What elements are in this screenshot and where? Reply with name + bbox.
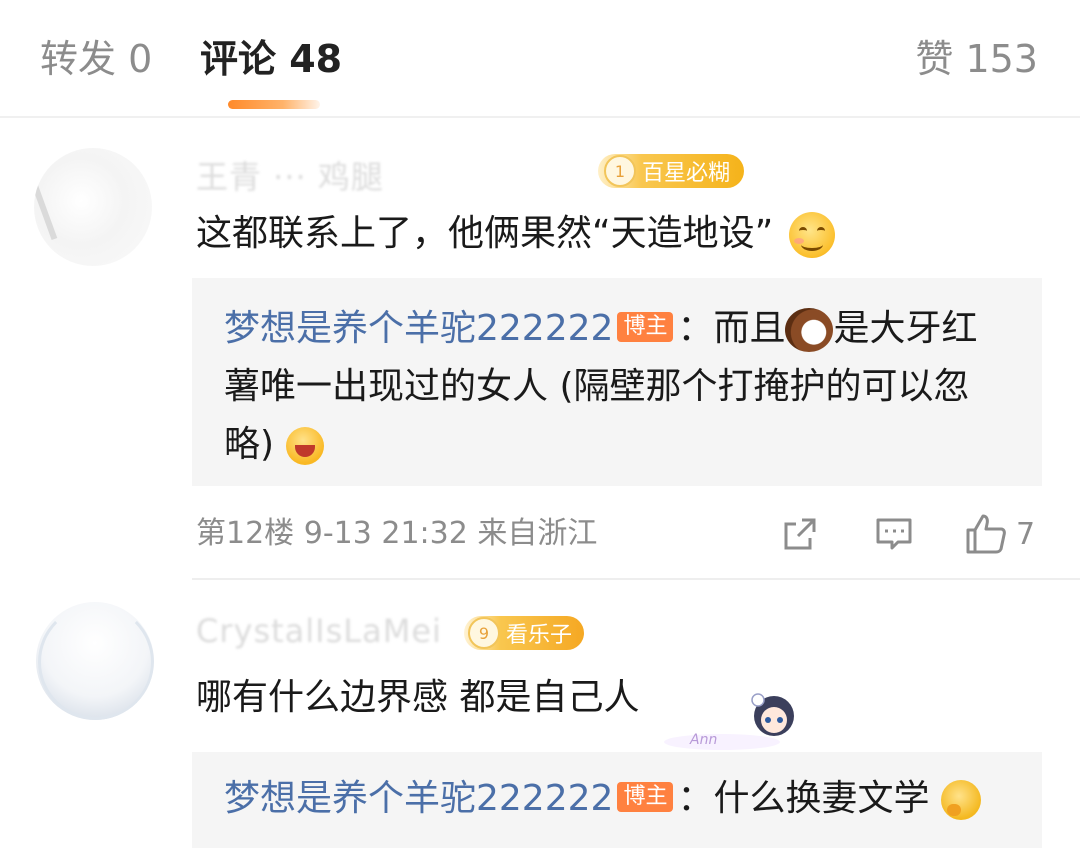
badge-level-icon: 9 — [468, 617, 500, 649]
comment-meta: 第12楼 9-13 21:32 来自浙江 — [196, 514, 597, 554]
tab-bar: 转发 0 评论 48 赞 153 — [0, 0, 1080, 116]
avatar[interactable] — [34, 148, 152, 266]
comment-body: 这都联系上了，他俩果然“天造地设” — [196, 213, 774, 254]
badge-label: 看乐子 — [506, 623, 573, 648]
tab-like[interactable]: 赞 153 — [915, 34, 1038, 84]
coconut-emoji-icon — [785, 308, 834, 352]
thinking-emoji-icon — [940, 780, 981, 820]
reply-username[interactable]: 梦想是养个羊驼222222 — [224, 308, 613, 349]
tab-comment[interactable]: 评论 48 — [200, 34, 342, 84]
share-button[interactable] — [780, 512, 820, 556]
avatar[interactable] — [36, 602, 154, 720]
badge-level-icon: 1 — [604, 155, 636, 187]
reply-body-a: ：什么换妻文学 — [677, 778, 930, 819]
comment-text: 这都联系上了，他俩果然“天造地设” — [196, 210, 835, 258]
thumb-up-icon — [966, 514, 1006, 554]
comment-text: 哪有什么边界感 都是自己人 — [196, 674, 639, 722]
comment-location: 来自浙江 — [477, 516, 598, 551]
blogger-tag: 博主 — [617, 782, 674, 812]
comment-username[interactable]: 王青 ··· 鸡腿 — [196, 152, 384, 198]
comment-body: 哪有什么边界感 都是自己人 — [196, 677, 640, 718]
share-icon — [784, 518, 816, 550]
comment-icon — [876, 518, 912, 550]
comment-button[interactable] — [874, 512, 914, 556]
fan-badge[interactable]: 1 百星必糊 — [598, 154, 745, 188]
tab-repost[interactable]: 转发 0 — [40, 34, 152, 84]
fan-badge[interactable]: 9 看乐子 — [464, 616, 585, 650]
reply-text: 梦想是养个羊驼222222 博主 ：而且 是大牙红薯唯一出现过的女人 (隔壁那个打掩护… — [224, 300, 1002, 474]
comment-divider — [192, 578, 1080, 580]
floor-number: 第12楼 — [196, 516, 295, 551]
blogger-tag: 博主 — [617, 312, 674, 342]
comment-time: 9-13 21:32 — [303, 516, 468, 551]
smile-emoji-icon — [788, 212, 835, 258]
svg-text:Ann: Ann — [689, 732, 717, 748]
reply-username[interactable]: 梦想是养个羊驼222222 — [224, 778, 613, 819]
anime-sticker-icon: Ann — [664, 693, 794, 750]
badge-label: 百星必糊 — [642, 161, 731, 186]
divider — [0, 116, 1080, 118]
like-button[interactable]: 7 — [964, 512, 1035, 556]
like-count: 7 — [1016, 516, 1036, 552]
reply-preview[interactable]: 梦想是养个羊驼222222 博主 ：什么换妻文学 — [192, 752, 1042, 848]
active-tab-indicator — [228, 100, 320, 109]
reply-preview[interactable]: 梦想是养个羊驼222222 博主 ：而且 是大牙红薯唯一出现过的女人 (隔壁那个打掩护… — [192, 278, 1042, 486]
laugh-emoji-icon — [285, 427, 324, 465]
reply-body-a: ：而且 — [677, 308, 786, 349]
reply-text: 梦想是养个羊驼222222 博主 ：什么换妻文学 — [224, 770, 1002, 828]
comment-username[interactable]: CrystalIsLaMei — [196, 612, 442, 650]
